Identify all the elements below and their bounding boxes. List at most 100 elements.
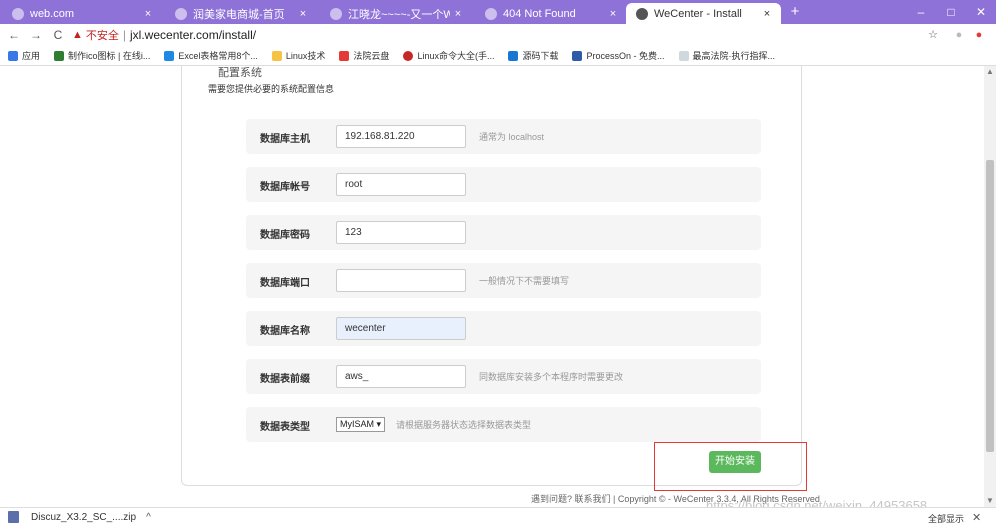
- field-hint: 请根据服务器状态选择数据表类型: [396, 420, 532, 430]
- db-port-row: 数据库端口 一般情况下不需要填写: [246, 263, 761, 298]
- bookmark-favicon-icon: [164, 50, 175, 61]
- bookmark-label: 最高法院·执行指挥...: [692, 51, 776, 61]
- scroll-thumb[interactable]: [986, 160, 994, 452]
- field-label: 数据库名称: [260, 326, 310, 337]
- account-icon[interactable]: ●: [952, 28, 966, 42]
- tab-wordpress[interactable]: 江晓龙~~~~-又一个WordPress ×: [320, 3, 472, 24]
- db-engine-row: 数据表类型 MyISAM ▾ 请根据服务器状态选择数据表类型: [246, 407, 761, 442]
- bookmark-favicon-icon: [572, 50, 583, 61]
- bookmark-favicon-icon: [678, 50, 689, 61]
- bookmark-favicon-icon: [339, 50, 350, 61]
- tab-runmei-shop[interactable]: 润美家电商城-首页 ×: [165, 3, 317, 24]
- extension-icon[interactable]: ●: [972, 28, 986, 42]
- field-label: 数据库端口: [260, 278, 310, 289]
- bookmark-label: 源码下载: [522, 51, 559, 61]
- db-user-row: 数据库帐号 root: [246, 167, 761, 202]
- db-name-input[interactable]: wecenter: [336, 317, 466, 340]
- field-label: 数据库帐号: [260, 182, 310, 193]
- tab-web-com[interactable]: web.com ×: [2, 3, 162, 24]
- db-prefix-input[interactable]: aws_: [336, 365, 466, 388]
- db-host-input[interactable]: 192.168.81.220: [336, 125, 466, 148]
- bookmark-label: Linux命令大全(手...: [417, 51, 495, 61]
- scroll-up-icon[interactable]: ▲: [984, 66, 996, 78]
- url-text[interactable]: jxl.wecenter.com/install/: [130, 28, 256, 42]
- tab-title: 404 Not Found: [503, 7, 576, 20]
- bookmark-court-cloud[interactable]: 法院云盘: [339, 49, 389, 62]
- forward-button[interactable]: →: [28, 28, 44, 42]
- db-user-input[interactable]: root: [336, 173, 466, 196]
- download-item[interactable]: Discuz_X3.2_SC_....zip ^: [8, 511, 151, 523]
- tab-title: web.com: [30, 7, 75, 20]
- bookmark-label: ProcessOn - 免费...: [586, 51, 665, 61]
- tab-title: 江晓龙~~~~-又一个WordPress: [348, 8, 450, 21]
- field-label: 数据库主机: [260, 134, 310, 145]
- field-label: 数据表前缀: [260, 374, 310, 385]
- site-favicon-icon: [485, 7, 497, 20]
- page-scrollbar[interactable]: ▲ ▼: [984, 66, 996, 507]
- bookmark-favicon-icon: [508, 50, 519, 61]
- new-tab-button[interactable]: +: [786, 3, 804, 21]
- bookmark-apps[interactable]: 应用: [8, 49, 40, 62]
- bookmarks-bar: 应用 制作ico图标 | 在线i... Excel表格常用8个... Linux…: [0, 46, 996, 66]
- intro-text: 需要您提供必要的系统配置信息: [208, 84, 335, 94]
- bookmark-label: Linux技术: [285, 51, 326, 61]
- bookmark-star-icon[interactable]: ☆: [926, 28, 940, 42]
- warning-icon[interactable]: ▲: [72, 29, 83, 41]
- bookmark-source-download[interactable]: 源码下载: [508, 49, 558, 62]
- tab-title: WeCenter - Install: [654, 7, 742, 20]
- window-close-button[interactable]: ✕: [966, 0, 996, 24]
- scroll-down-icon[interactable]: ▼: [984, 495, 996, 507]
- tab-close-icon[interactable]: ×: [759, 8, 775, 20]
- db-password-row: 数据库密码 123: [246, 215, 761, 250]
- bookmark-label: 应用: [22, 51, 41, 61]
- tab-close-icon[interactable]: ×: [140, 8, 156, 20]
- maximize-button[interactable]: □: [936, 0, 966, 24]
- field-hint: 通常为 localhost: [479, 132, 545, 142]
- page-viewport: 配置系统 需要您提供必要的系统配置信息 数据库主机 192.168.81.220…: [0, 66, 984, 507]
- download-shelf: Discuz_X3.2_SC_....zip ^ 全部显示 ✕: [0, 507, 996, 527]
- step-title: 配置系统: [218, 67, 262, 79]
- db-host-row: 数据库主机 192.168.81.220 通常为 localhost: [246, 119, 761, 154]
- minimize-button[interactable]: –: [906, 0, 936, 24]
- close-shelf-icon[interactable]: ✕: [972, 511, 981, 524]
- db-engine-select[interactable]: MyISAM ▾: [336, 417, 386, 432]
- download-filename: Discuz_X3.2_SC_....zip: [31, 511, 137, 523]
- back-button[interactable]: ←: [6, 28, 22, 42]
- start-install-button[interactable]: 开始安装: [709, 451, 761, 473]
- tab-close-icon[interactable]: ×: [450, 8, 466, 20]
- bookmark-label: 法院云盘: [353, 51, 390, 61]
- show-all-downloads-button[interactable]: 全部显示: [928, 512, 964, 525]
- bookmark-excel[interactable]: Excel表格常用8个...: [164, 49, 258, 62]
- globe-icon: [12, 7, 24, 20]
- reload-button[interactable]: C: [50, 28, 66, 42]
- archive-file-icon: [8, 511, 19, 523]
- field-hint: 同数据库安装多个本程序时需要更改: [479, 372, 624, 382]
- address-separator: |: [122, 28, 127, 42]
- site-favicon-icon: [175, 7, 187, 20]
- apps-grid-icon: [8, 50, 18, 61]
- tab-strip: web.com × 润美家电商城-首页 × 江晓龙~~~~-又一个WordPre…: [0, 0, 996, 24]
- address-bar[interactable]: ▲ 不安全 | jxl.wecenter.com/install/: [72, 26, 922, 44]
- bookmark-label: Excel表格常用8个...: [178, 51, 258, 61]
- bookmark-supreme-court[interactable]: 最高法院·执行指挥...: [678, 49, 776, 62]
- folder-icon: [271, 50, 282, 61]
- tab-wecenter-install[interactable]: WeCenter - Install ×: [626, 3, 781, 24]
- globe-icon: [636, 7, 648, 20]
- tab-404[interactable]: 404 Not Found ×: [475, 3, 627, 24]
- field-label: 数据库密码: [260, 230, 310, 241]
- tab-close-icon[interactable]: ×: [605, 8, 621, 20]
- tab-close-icon[interactable]: ×: [295, 8, 311, 20]
- db-prefix-row: 数据表前缀 aws_ 同数据库安装多个本程序时需要更改: [246, 359, 761, 394]
- bookmark-linux-cmd[interactable]: Linux命令大全(手...: [403, 49, 494, 62]
- bookmark-ico[interactable]: 制作ico图标 | 在线i...: [54, 49, 150, 62]
- bookmark-processon[interactable]: ProcessOn - 免费...: [572, 49, 665, 62]
- db-password-input[interactable]: 123: [336, 221, 466, 244]
- db-port-input[interactable]: [336, 269, 466, 292]
- bookmark-favicon-icon: [403, 50, 414, 61]
- bookmark-favicon-icon: [54, 50, 65, 61]
- bookmark-label: 制作ico图标 | 在线i...: [68, 51, 151, 61]
- db-name-row: 数据库名称 wecenter: [246, 311, 761, 346]
- insecure-label[interactable]: 不安全: [86, 27, 119, 43]
- bookmark-linux-tech[interactable]: Linux技术: [271, 49, 326, 62]
- chevron-up-icon[interactable]: ^: [146, 512, 151, 523]
